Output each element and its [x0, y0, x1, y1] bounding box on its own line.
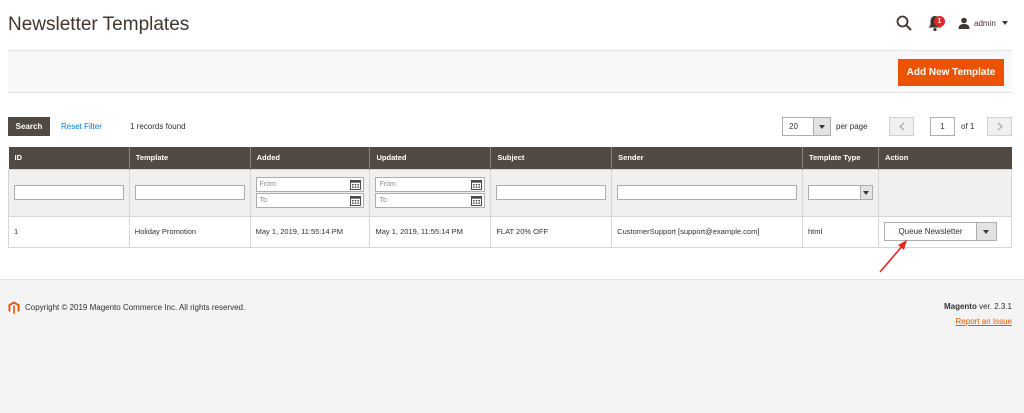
calendar-icon[interactable] [350, 195, 362, 206]
calendar-icon[interactable] [350, 179, 362, 190]
column-header-id[interactable]: ID [8, 147, 130, 169]
per-page-select[interactable]: 20 [782, 117, 831, 136]
newsletter-templates-page: Newsletter Templates 1 admin Add New Tem… [0, 0, 1024, 413]
template-type-filter-select[interactable] [807, 185, 873, 200]
filter-row: From To From To [8, 168, 1013, 217]
user-menu[interactable]: admin [958, 15, 1008, 31]
newsletter-templates-grid: ID Template Added Updated Subject Sender… [8, 147, 1013, 248]
search-icon[interactable] [895, 14, 913, 32]
template-filter-input[interactable] [134, 185, 245, 200]
header-row: ID Template Added Updated Subject Sender… [8, 147, 1012, 169]
added-from-input[interactable]: From [255, 177, 365, 192]
records-found-text: 1 records found [130, 122, 186, 131]
chevron-down-icon [983, 229, 990, 234]
search-button[interactable]: Search [8, 117, 50, 136]
column-header-updated[interactable]: Updated [369, 147, 492, 169]
calendar-icon[interactable] [471, 195, 483, 206]
id-filter-input[interactable] [14, 185, 124, 200]
filter-cell-id [8, 168, 130, 217]
report-issue-link[interactable]: Report an Issue [956, 317, 1012, 326]
updated-to-input[interactable]: To [375, 193, 486, 208]
updated-from-input[interactable]: From [375, 177, 486, 192]
version-info: Magento ver. 2.3.1 [944, 302, 1012, 311]
added-to-input[interactable]: To [255, 193, 365, 208]
column-header-template-type[interactable]: Template Type [802, 147, 879, 169]
updated-to-placeholder: To [379, 197, 387, 204]
cell-sender: CustomerSupport [support@example.com] [611, 215, 803, 248]
per-page-toggle[interactable] [813, 118, 830, 135]
cell-updated: May 1, 2019, 11:55:14 PM [369, 215, 492, 248]
copyright-text: Copyright © 2019 Magento Commerce Inc. A… [25, 303, 246, 312]
cell-id: 1 [8, 215, 130, 248]
annotation-arrow-icon [879, 240, 907, 273]
subject-filter-input[interactable] [496, 185, 607, 200]
reset-filter-link[interactable]: Reset Filter [61, 122, 102, 131]
chevron-left-icon [898, 122, 904, 131]
column-header-action: Action [878, 147, 1012, 169]
updated-from-placeholder: From [379, 181, 396, 188]
sender-filter-input[interactable] [617, 185, 797, 200]
column-header-subject[interactable]: Subject [490, 147, 613, 169]
filter-cell-sender [611, 168, 803, 217]
filter-cell-added: From To [249, 168, 371, 217]
chevron-down-icon [1001, 21, 1008, 25]
cell-subject: FLAT 20% OFF [490, 215, 613, 248]
per-page-label: per page [836, 122, 868, 131]
column-header-sender[interactable]: Sender [611, 147, 803, 169]
page-footer: Copyright © 2019 Magento Commerce Inc. A… [0, 279, 1024, 413]
filter-cell-subject [490, 168, 613, 217]
page-actions-bar: Add New Template [8, 50, 1012, 93]
type-select-toggle[interactable] [859, 186, 872, 199]
add-new-template-button[interactable]: Add New Template [898, 59, 1004, 86]
filter-cell-type [801, 168, 879, 217]
brand-name: Magento [943, 302, 977, 311]
chevron-down-icon [819, 124, 825, 129]
cell-type: html [801, 215, 879, 248]
user-name: admin [974, 18, 996, 28]
column-header-template[interactable]: Template [129, 147, 251, 169]
filter-cell-updated: From To [369, 168, 492, 217]
version-number: ver. 2.3.1 [976, 302, 1012, 311]
chevron-right-icon [997, 122, 1003, 131]
cell-added: May 1, 2019, 11:55:14 PM [249, 215, 371, 248]
cell-template: Holiday Promotion [128, 215, 251, 248]
table-row[interactable]: 1 Holiday Promotion May 1, 2019, 11:55:1… [8, 215, 1013, 248]
chevron-down-icon [863, 190, 870, 195]
notification-badge: 1 [934, 16, 945, 27]
total-pages-text: of 1 [961, 122, 975, 131]
column-header-added[interactable]: Added [250, 147, 371, 169]
added-to-placeholder: To [259, 197, 268, 204]
current-page-input[interactable]: 1 [930, 117, 955, 136]
filter-cell-action [877, 168, 1013, 217]
filter-cell-template [128, 168, 251, 217]
calendar-icon[interactable] [471, 179, 483, 190]
added-from-placeholder: From [259, 181, 276, 188]
magento-logo-icon [8, 301, 20, 314]
next-page-button[interactable] [987, 117, 1012, 136]
per-page-value: 20 [789, 122, 798, 131]
user-icon [958, 17, 970, 29]
row-action-toggle[interactable] [976, 223, 996, 240]
page-title: Newsletter Templates [8, 14, 190, 35]
previous-page-button[interactable] [889, 117, 914, 136]
